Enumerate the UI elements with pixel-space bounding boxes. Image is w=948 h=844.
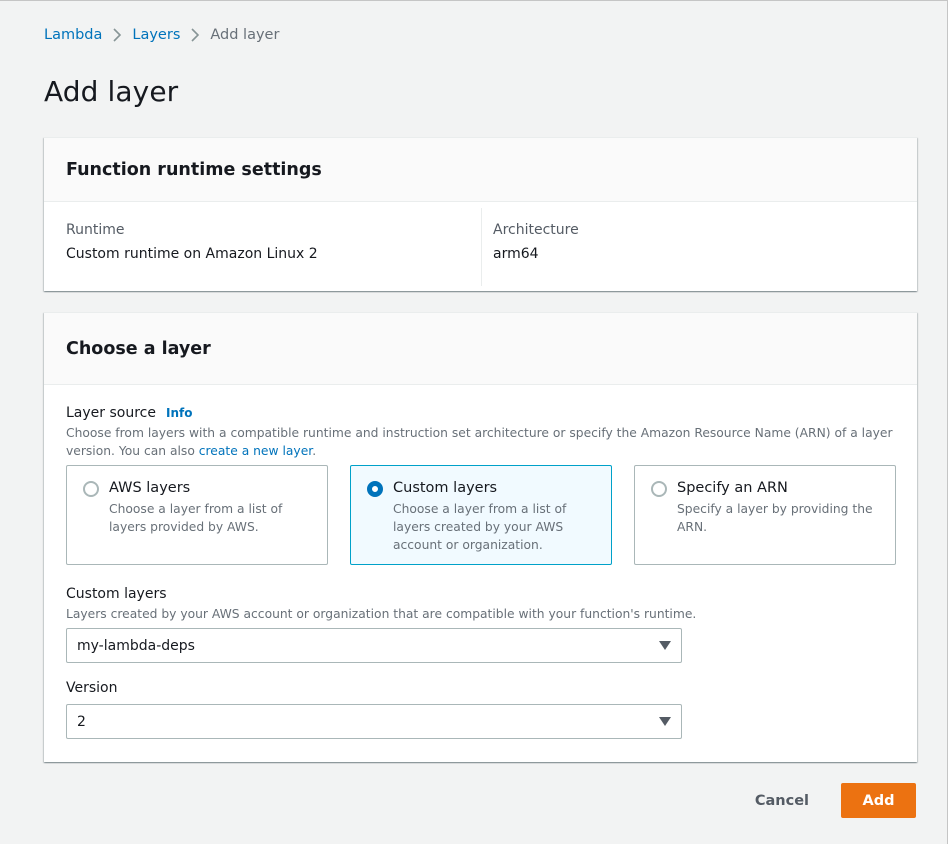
breadcrumb: Lambda Layers Add layer	[44, 25, 279, 45]
tile-specify-arn[interactable]: Specify an ARN Specify a layer by provid…	[634, 465, 896, 565]
tile-description: Specify a layer by providing the ARN.	[677, 502, 873, 534]
runtime-column: Runtime Custom runtime on Amazon Linux 2	[44, 208, 481, 286]
radio-aws-layers[interactable]	[83, 481, 99, 497]
layer-source-description: Choose from layers with a compatible run…	[66, 424, 895, 460]
runtime-settings-panel: Function runtime settings Runtime Custom…	[44, 137, 917, 291]
caret-down-icon	[659, 717, 671, 726]
breadcrumb-current: Add layer	[210, 27, 280, 43]
architecture-label: Architecture	[493, 222, 579, 238]
custom-layers-label: Custom layers	[66, 586, 167, 602]
version-label: Version	[66, 680, 118, 696]
version-select[interactable]: 2	[66, 704, 682, 739]
tile-aws-layers[interactable]: AWS layers Choose a layer from a list of…	[66, 465, 328, 565]
runtime-settings-header: Function runtime settings	[44, 138, 917, 202]
architecture-column: Architecture arm64	[481, 208, 917, 286]
custom-layers-description: Layers created by your AWS account or or…	[66, 607, 697, 621]
page-title: Add layer	[44, 75, 179, 108]
tile-specify-arn-content: Specify an ARN Specify a layer by provid…	[677, 479, 879, 564]
tile-custom-layers-content: Custom layers Choose a layer from a list…	[393, 479, 595, 564]
layer-source-desc-text: Choose from layers with a compatible run…	[66, 426, 893, 458]
radio-custom-layers[interactable]	[367, 481, 383, 497]
breadcrumb-lambda-link[interactable]: Lambda	[44, 27, 102, 43]
tile-title: Custom layers	[393, 480, 498, 496]
layer-source-desc-suffix: .	[312, 444, 317, 458]
form-actions: Cancel Add	[723, 783, 916, 818]
info-link[interactable]: Info	[166, 406, 192, 420]
cancel-button[interactable]: Cancel	[723, 783, 841, 818]
layer-source-tiles: AWS layers Choose a layer from a list of…	[66, 465, 896, 565]
add-button[interactable]: Add	[841, 783, 916, 818]
tile-aws-layers-content: AWS layers Choose a layer from a list of…	[109, 479, 311, 564]
tile-custom-layers[interactable]: Custom layers Choose a layer from a list…	[350, 465, 612, 565]
custom-layers-select[interactable]: my-lambda-deps	[66, 628, 682, 663]
layer-source-label: Layer source	[66, 405, 156, 421]
runtime-settings-title: Function runtime settings	[66, 159, 322, 180]
custom-layers-selected-value: my-lambda-deps	[77, 637, 195, 654]
caret-down-icon	[659, 641, 671, 650]
tile-title: AWS layers	[109, 480, 191, 496]
create-new-layer-link[interactable]: create a new layer	[199, 444, 312, 458]
version-field: Version 2	[66, 680, 766, 739]
runtime-settings-grid: Runtime Custom runtime on Amazon Linux 2…	[44, 202, 917, 286]
custom-layers-field: Custom layers Layers created by your AWS…	[66, 586, 766, 663]
breadcrumb-layers-link[interactable]: Layers	[132, 27, 180, 43]
chevron-right-icon	[180, 25, 210, 45]
architecture-value: arm64	[493, 246, 539, 262]
choose-layer-panel: Choose a layer Layer source Info Choose …	[44, 312, 917, 762]
tile-description: Choose a layer from a list of layers pro…	[109, 502, 283, 534]
chevron-right-icon	[102, 25, 132, 45]
runtime-label: Runtime	[66, 222, 125, 238]
layer-source-label-row: Layer source Info	[66, 405, 895, 421]
tile-title: Specify an ARN	[677, 480, 788, 496]
radio-specify-arn[interactable]	[651, 481, 667, 497]
choose-layer-header: Choose a layer	[44, 313, 917, 385]
choose-layer-title: Choose a layer	[66, 338, 211, 359]
version-selected-value: 2	[77, 713, 86, 730]
runtime-value: Custom runtime on Amazon Linux 2	[66, 246, 318, 262]
tile-description: Choose a layer from a list of layers cre…	[393, 502, 567, 552]
